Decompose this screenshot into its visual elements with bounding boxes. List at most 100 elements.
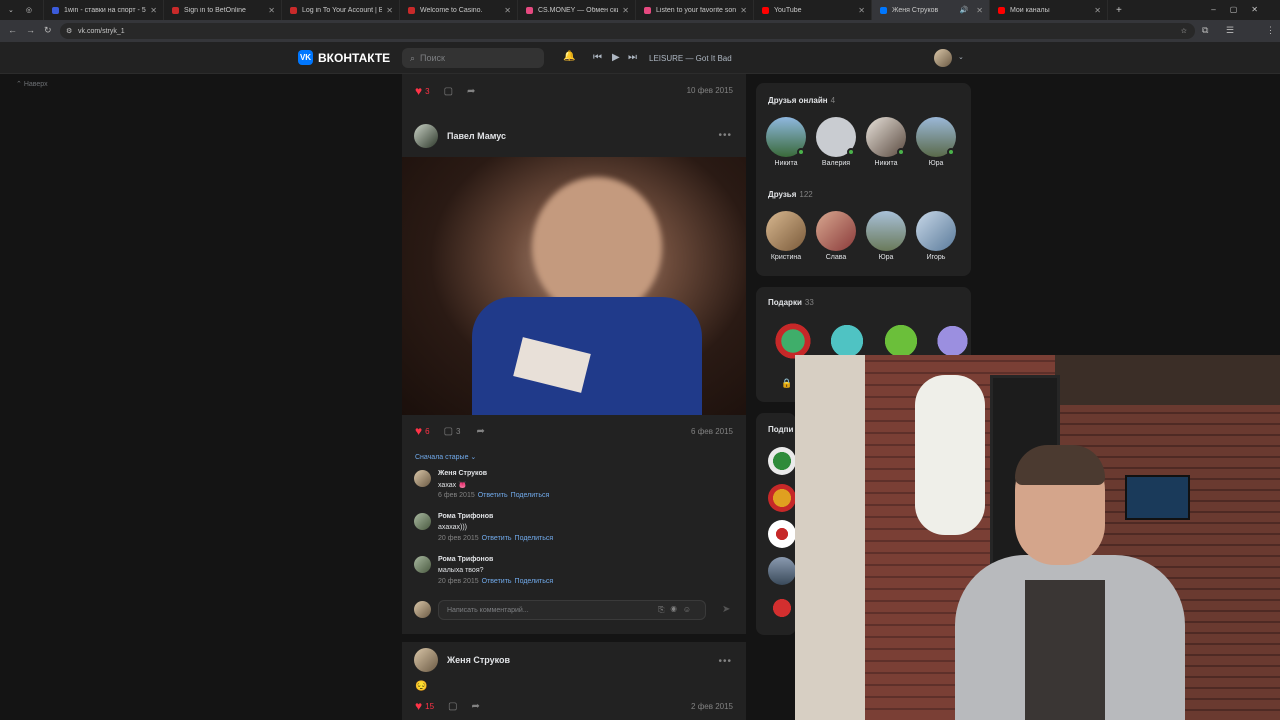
share-link[interactable]: Поделиться <box>511 492 550 499</box>
post-date[interactable]: 10 фев 2015 <box>687 86 733 95</box>
subscription-avatar[interactable] <box>768 484 796 512</box>
close-icon[interactable]: ✕ <box>976 6 983 15</box>
comment-text: малыха твоя? <box>438 567 484 574</box>
menu-icon[interactable]: ☰ <box>1226 25 1234 36</box>
chevron-down-icon[interactable]: ⌄ <box>958 53 964 61</box>
avatar[interactable] <box>414 513 431 530</box>
friend-item[interactable]: Никита <box>866 117 906 167</box>
next-track-icon[interactable]: ⏭ <box>628 52 637 63</box>
friend-item[interactable]: Никита <box>766 117 806 167</box>
reply-link[interactable]: Ответить <box>478 492 508 499</box>
comment-icon[interactable]: ▢ <box>444 86 453 97</box>
online-indicator <box>797 148 805 156</box>
like-heart-icon[interactable]: ♥ <box>415 424 422 438</box>
video-frame-face <box>532 177 662 317</box>
comment-date[interactable]: 20 фев 2015 <box>438 578 479 585</box>
browser-tab-active[interactable]: Женя Струков 🔊 ✕ <box>872 0 990 20</box>
post-author[interactable]: Павел Мамус <box>414 124 506 148</box>
share-link[interactable]: Поделиться <box>515 578 554 585</box>
now-playing-track[interactable]: LEISURE — Got It Bad <box>649 54 732 63</box>
post-date[interactable]: 6 фев 2015 <box>691 427 733 436</box>
reply-link[interactable]: Ответить <box>482 578 512 585</box>
comment-author[interactable]: Рома Трифонов <box>438 556 493 563</box>
avatar <box>916 117 956 157</box>
comment-author[interactable]: Рома Трифонов <box>438 513 493 520</box>
new-tab-button[interactable]: + <box>1116 5 1122 16</box>
close-icon[interactable]: ✕ <box>1094 6 1101 15</box>
url-field[interactable]: ⚙ vk.com/stryk_1 ☆ <box>60 23 1195 39</box>
browser-tab[interactable]: Мои каналы ✕ <box>990 0 1108 20</box>
previous-track-icon[interactable]: ⏮ <box>593 52 602 63</box>
close-icon[interactable]: ✕ <box>622 6 629 15</box>
window-controls[interactable]: –▢✕ <box>1211 5 1272 14</box>
post-video[interactable] <box>402 157 746 415</box>
browser-tab[interactable]: YouTube ✕ <box>754 0 872 20</box>
close-icon[interactable]: ✕ <box>504 6 511 15</box>
bookmark-star-icon[interactable]: ☆ <box>1181 27 1187 35</box>
close-icon[interactable]: ✕ <box>386 6 393 15</box>
browser-tab[interactable]: Sign in to BetOnline ✕ <box>164 0 282 20</box>
comment-icon[interactable]: ▢ <box>444 426 453 437</box>
browser-tab[interactable]: Welcome to Casino. ✕ <box>400 0 518 20</box>
close-icon[interactable]: ✕ <box>740 6 747 15</box>
profile-avatar[interactable] <box>934 49 952 67</box>
comment-input[interactable]: Написать комментарий... ⎘◉☺ <box>438 600 706 620</box>
subscription-avatar[interactable] <box>768 447 796 475</box>
friend-item[interactable]: Слава <box>816 211 856 261</box>
gifts-title[interactable]: Подарки 33 <box>768 298 814 307</box>
friend-item[interactable]: Юра <box>866 211 906 261</box>
play-icon[interactable]: ▶ <box>612 52 620 63</box>
reload-icon[interactable]: ↻ <box>44 25 52 36</box>
vk-logo[interactable]: VK ВКОНТАКТЕ <box>298 50 390 65</box>
close-icon[interactable]: ✕ <box>150 6 157 15</box>
scroll-to-top[interactable]: ⌃ Наверх <box>16 80 48 88</box>
subscription-avatar[interactable] <box>768 520 796 548</box>
tab-list-button[interactable]: ⌄ ◎ <box>0 0 44 20</box>
bell-icon[interactable]: 🔔 <box>563 51 575 62</box>
close-icon[interactable]: ✕ <box>858 6 865 15</box>
more-icon[interactable]: ⋮ <box>1266 25 1275 36</box>
comment-date[interactable]: 6 фев 2015 <box>438 492 475 499</box>
friend-item[interactable]: Юра <box>916 117 956 167</box>
share-link[interactable]: Поделиться <box>515 535 554 542</box>
friends-online-title[interactable]: Друзья онлайн 4 <box>768 96 835 105</box>
reply-link[interactable]: Ответить <box>482 535 512 542</box>
avatar[interactable] <box>414 648 438 672</box>
browser-tab[interactable]: Log in To Your Account | BetOn✕ <box>282 0 400 20</box>
browser-tab[interactable]: Listen to your favorite songs an✕ <box>636 0 754 20</box>
friend-item[interactable]: Валерия <box>816 117 856 167</box>
subscriptions-title[interactable]: Подпи <box>768 425 793 434</box>
browser-tab-bar: ⌄◎ 1win - ставки на спорт - 5764✕ Sign i… <box>0 0 1280 20</box>
attach-icons[interactable]: ⎘◉☺ <box>658 605 697 615</box>
browser-tab[interactable]: CS.MONEY — Обмен скинов С✕ <box>518 0 636 20</box>
friend-item[interactable]: Игорь <box>916 211 956 261</box>
site-info-icon[interactable]: ⚙ <box>66 27 72 35</box>
share-icon[interactable]: ➦ <box>467 86 475 97</box>
comment-sort-dropdown[interactable]: Сначала старые ⌄ <box>415 453 476 461</box>
share-icon[interactable]: ➦ <box>471 701 479 712</box>
post-date[interactable]: 2 фев 2015 <box>691 702 733 711</box>
back-icon[interactable]: ← <box>8 25 17 35</box>
like-heart-icon[interactable]: ♥ <box>415 699 422 713</box>
like-heart-icon[interactable]: ♥ <box>415 84 422 98</box>
close-icon[interactable]: ✕ <box>268 6 275 15</box>
friend-item[interactable]: Кристина <box>766 211 806 261</box>
forward-icon[interactable]: → <box>26 25 35 35</box>
comment-icon[interactable]: ▢ <box>448 701 457 712</box>
comment-author[interactable]: Женя Струков <box>438 470 487 477</box>
friends-title[interactable]: Друзья 122 <box>768 190 813 199</box>
avatar[interactable] <box>414 124 438 148</box>
subscription-avatar[interactable] <box>768 557 796 585</box>
extensions-icon[interactable]: ⧉ <box>1202 25 1208 36</box>
share-icon[interactable]: ➦ <box>476 426 484 437</box>
more-options-icon[interactable]: ••• <box>718 656 732 667</box>
comment-date[interactable]: 20 фев 2015 <box>438 535 479 542</box>
subscription-avatar[interactable] <box>768 594 796 622</box>
search-input[interactable]: ⌕ Поиск <box>402 48 544 68</box>
send-icon[interactable]: ➤ <box>722 604 730 615</box>
avatar[interactable] <box>414 470 431 487</box>
post-author[interactable]: Женя Струков <box>414 648 510 672</box>
browser-tab[interactable]: 1win - ставки на спорт - 5764✕ <box>44 0 164 20</box>
more-options-icon[interactable]: ••• <box>718 130 732 141</box>
avatar[interactable] <box>414 556 431 573</box>
